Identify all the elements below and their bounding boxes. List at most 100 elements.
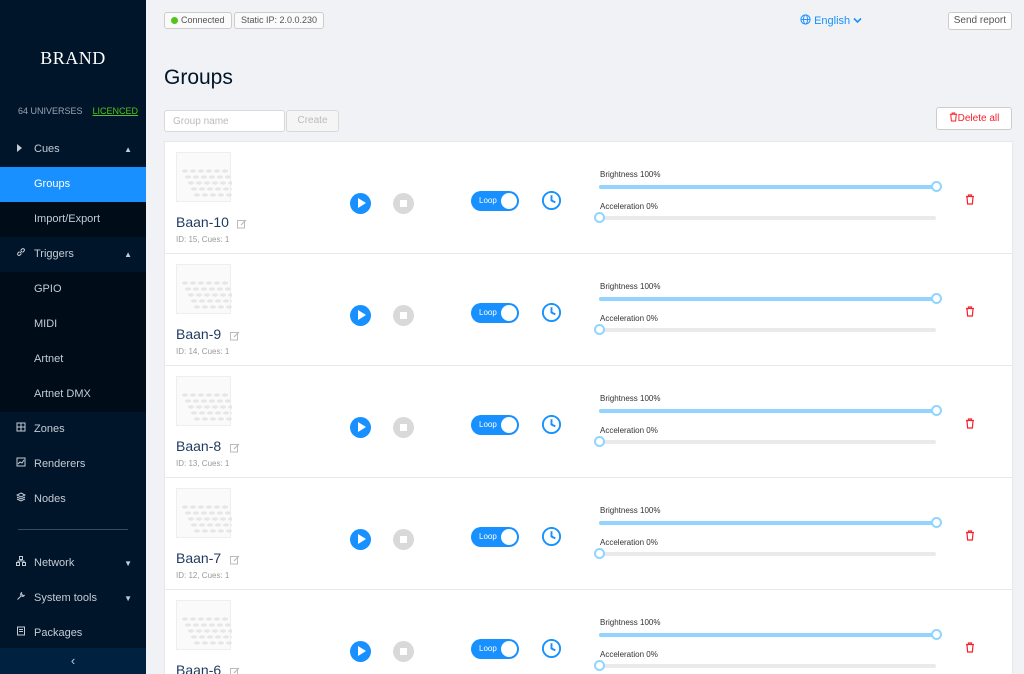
sidebar-item-artnet[interactable]: Artnet bbox=[0, 342, 146, 377]
play-button[interactable] bbox=[350, 305, 371, 326]
loop-label: Loop bbox=[479, 196, 497, 205]
package-icon bbox=[16, 616, 26, 651]
edit-icon[interactable] bbox=[230, 331, 240, 344]
clock-icon[interactable] bbox=[541, 190, 562, 216]
collapse-sidebar-button[interactable]: ‹ bbox=[0, 648, 146, 674]
stop-button[interactable] bbox=[393, 641, 414, 662]
sidebar-item-artnet-dmx[interactable]: Artnet DMX bbox=[0, 377, 146, 412]
loop-toggle[interactable]: Loop bbox=[471, 191, 519, 211]
acceleration-handle[interactable] bbox=[594, 324, 605, 335]
acceleration-handle[interactable] bbox=[594, 212, 605, 223]
acceleration-slider[interactable] bbox=[594, 660, 936, 671]
group-thumbnail bbox=[176, 152, 240, 202]
sidebar-item-packages[interactable]: Packages bbox=[0, 616, 146, 651]
stop-button[interactable] bbox=[393, 529, 414, 550]
sidebar-item-system-tools[interactable]: System tools ▼ bbox=[0, 581, 146, 616]
sidebar-item-cues[interactable]: Cues ▲ bbox=[0, 132, 146, 167]
licence-link[interactable]: LICENCED bbox=[93, 106, 139, 116]
loop-label: Loop bbox=[479, 644, 497, 653]
cluster-icon bbox=[15, 482, 27, 517]
edit-icon[interactable] bbox=[230, 667, 240, 674]
sidebar-item-renderers[interactable]: Renderers bbox=[0, 447, 146, 482]
acceleration-handle[interactable] bbox=[594, 436, 605, 447]
acceleration-slider[interactable] bbox=[594, 212, 936, 223]
send-report-button[interactable]: Send report bbox=[947, 12, 1012, 30]
group-meta: ID: 15, Cues: 1 bbox=[176, 235, 230, 244]
clock-icon[interactable] bbox=[541, 302, 562, 328]
brightness-handle[interactable] bbox=[931, 517, 942, 528]
brightness-slider[interactable] bbox=[599, 293, 942, 304]
delete-group-icon[interactable] bbox=[965, 528, 975, 546]
play-button[interactable] bbox=[350, 193, 371, 214]
sidebar-item-label: Artnet bbox=[34, 353, 64, 365]
trash-icon bbox=[949, 112, 957, 122]
delete-group-icon[interactable] bbox=[965, 416, 975, 434]
sidebar-item-label: Nodes bbox=[34, 493, 66, 505]
connection-status-badge: Connected bbox=[164, 12, 232, 29]
chevron-up-icon: ▲ bbox=[124, 145, 132, 154]
acceleration-label: Acceleration 0% bbox=[600, 426, 658, 435]
acceleration-label: Acceleration 0% bbox=[600, 202, 658, 211]
brightness-fill bbox=[599, 521, 936, 525]
brightness-fill bbox=[599, 633, 936, 637]
sidebar-item-label: Triggers bbox=[34, 248, 74, 260]
acceleration-handle[interactable] bbox=[594, 660, 605, 671]
language-selector[interactable]: English bbox=[800, 14, 862, 27]
acceleration-slider[interactable] bbox=[594, 436, 936, 447]
play-button[interactable] bbox=[350, 529, 371, 550]
chevron-down-icon: ▼ bbox=[124, 594, 132, 603]
sidebar-menu: Cues ▲ Groups Import/Export Triggers ▲ GPIO MID… bbox=[0, 132, 146, 651]
create-button[interactable]: Create bbox=[286, 110, 339, 132]
brightness-handle[interactable] bbox=[931, 293, 942, 304]
sidebar-item-zones[interactable]: Zones bbox=[0, 412, 146, 447]
delete-group-icon[interactable] bbox=[965, 304, 975, 322]
stop-button[interactable] bbox=[393, 417, 414, 438]
brightness-handle[interactable] bbox=[931, 405, 942, 416]
brightness-slider[interactable] bbox=[599, 405, 942, 416]
delete-all-button[interactable]: Delete all bbox=[936, 107, 1012, 130]
edit-icon[interactable] bbox=[237, 219, 247, 232]
chevron-up-icon: ▲ bbox=[124, 250, 132, 259]
edit-icon[interactable] bbox=[230, 443, 240, 456]
loop-toggle[interactable]: Loop bbox=[471, 303, 519, 323]
clock-icon[interactable] bbox=[541, 638, 562, 664]
loop-toggle[interactable]: Loop bbox=[471, 639, 519, 659]
brightness-slider[interactable] bbox=[599, 629, 942, 640]
brightness-slider[interactable] bbox=[599, 181, 942, 192]
clock-icon[interactable] bbox=[541, 526, 562, 552]
language-label: English bbox=[814, 15, 851, 27]
loop-toggle[interactable]: Loop bbox=[471, 527, 519, 547]
clock-icon[interactable] bbox=[541, 414, 562, 440]
group-name: Baan-9 bbox=[176, 326, 222, 342]
brightness-handle[interactable] bbox=[931, 181, 942, 192]
sidebar-item-label: Network bbox=[34, 557, 75, 569]
sidebar-item-import-export[interactable]: Import/Export bbox=[0, 202, 146, 237]
sidebar-item-groups[interactable]: Groups bbox=[0, 167, 146, 202]
group-row: Baan-10 ID: 15, Cues: 1 Loop Brightness 100… bbox=[164, 141, 1013, 254]
sidebar-item-network[interactable]: Network ▼ bbox=[0, 546, 146, 581]
wrench-icon bbox=[16, 581, 26, 616]
loop-toggle[interactable]: Loop bbox=[471, 415, 519, 435]
sidebar-item-nodes[interactable]: Nodes bbox=[0, 482, 146, 517]
globe-icon bbox=[800, 14, 811, 25]
sidebar-item-gpio[interactable]: GPIO bbox=[0, 272, 146, 307]
acceleration-handle[interactable] bbox=[594, 548, 605, 559]
group-meta: ID: 14, Cues: 1 bbox=[176, 347, 230, 356]
loop-label: Loop bbox=[479, 420, 497, 429]
delete-group-icon[interactable] bbox=[965, 640, 975, 658]
stop-button[interactable] bbox=[393, 193, 414, 214]
edit-icon[interactable] bbox=[230, 555, 240, 568]
acceleration-slider[interactable] bbox=[594, 324, 936, 335]
loop-label: Loop bbox=[479, 308, 497, 317]
group-name-input[interactable] bbox=[164, 110, 285, 132]
acceleration-slider[interactable] bbox=[594, 548, 936, 559]
play-button[interactable] bbox=[350, 417, 371, 438]
brightness-handle[interactable] bbox=[931, 629, 942, 640]
play-button[interactable] bbox=[350, 641, 371, 662]
stop-button[interactable] bbox=[393, 305, 414, 326]
brightness-slider[interactable] bbox=[599, 517, 942, 528]
delete-group-icon[interactable] bbox=[965, 192, 975, 210]
sidebar-item-midi[interactable]: MIDI bbox=[0, 307, 146, 342]
sidebar-item-triggers[interactable]: Triggers ▲ bbox=[0, 237, 146, 272]
acceleration-label: Acceleration 0% bbox=[600, 538, 658, 547]
